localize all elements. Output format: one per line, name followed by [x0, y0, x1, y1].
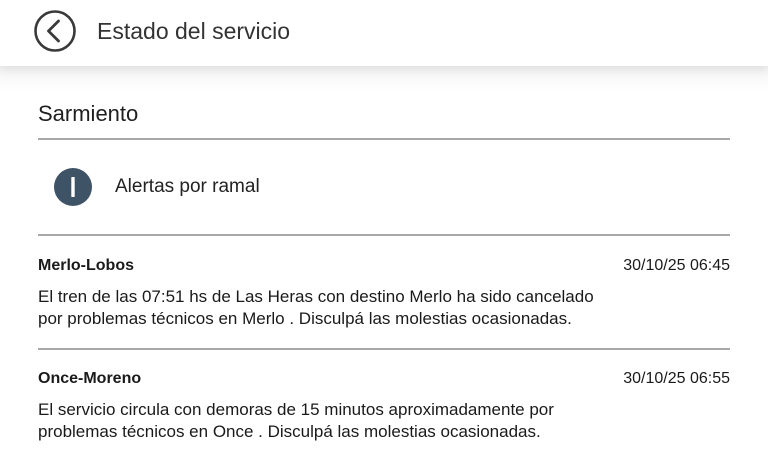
app-screen: Estado del servicio Sarmiento Alertas po…: [0, 0, 768, 469]
divider: [38, 348, 730, 350]
alert-item: Merlo-Lobos 30/10/25 06:45 El tren de la…: [38, 256, 730, 336]
alert-branch-name: Merlo-Lobos: [38, 257, 134, 274]
alert-branch-name: Once-Moreno: [38, 370, 142, 387]
alerts-by-branch-label: Alertas por ramal: [115, 176, 260, 197]
info-icon: [54, 168, 92, 206]
top-app-bar: Estado del servicio: [0, 0, 768, 66]
divider: [38, 234, 730, 236]
alert-item: Once-Moreno 30/10/25 06:55 El servicio c…: [38, 369, 730, 449]
alerts-by-branch-row[interactable]: Alertas por ramal: [38, 140, 730, 234]
back-button[interactable]: [33, 9, 77, 53]
alert-message-line: problemas técnicos en Once . Disculpá la…: [38, 422, 541, 441]
page-title: Estado del servicio: [97, 18, 291, 44]
line-name-heading: Sarmiento: [38, 101, 139, 126]
service-status-content: Sarmiento Alertas por ramal Merlo-Lobos …: [0, 66, 768, 469]
alert-timestamp: 30/10/25 06:55: [623, 370, 730, 387]
alert-message-line: El servicio circula con demoras de 15 mi…: [38, 400, 554, 419]
back-arrow-circle-icon: [34, 10, 76, 52]
alert-timestamp: 30/10/25 06:45: [623, 257, 730, 274]
alert-message: El tren de las 07:51 hs de Las Heras con…: [38, 286, 658, 330]
alert-message-line: por problemas técnicos en Merlo . Discul…: [38, 309, 572, 328]
alert-message: El servicio circula con demoras de 15 mi…: [38, 399, 658, 443]
alert-message-line: El tren de las 07:51 hs de Las Heras con…: [38, 287, 594, 306]
